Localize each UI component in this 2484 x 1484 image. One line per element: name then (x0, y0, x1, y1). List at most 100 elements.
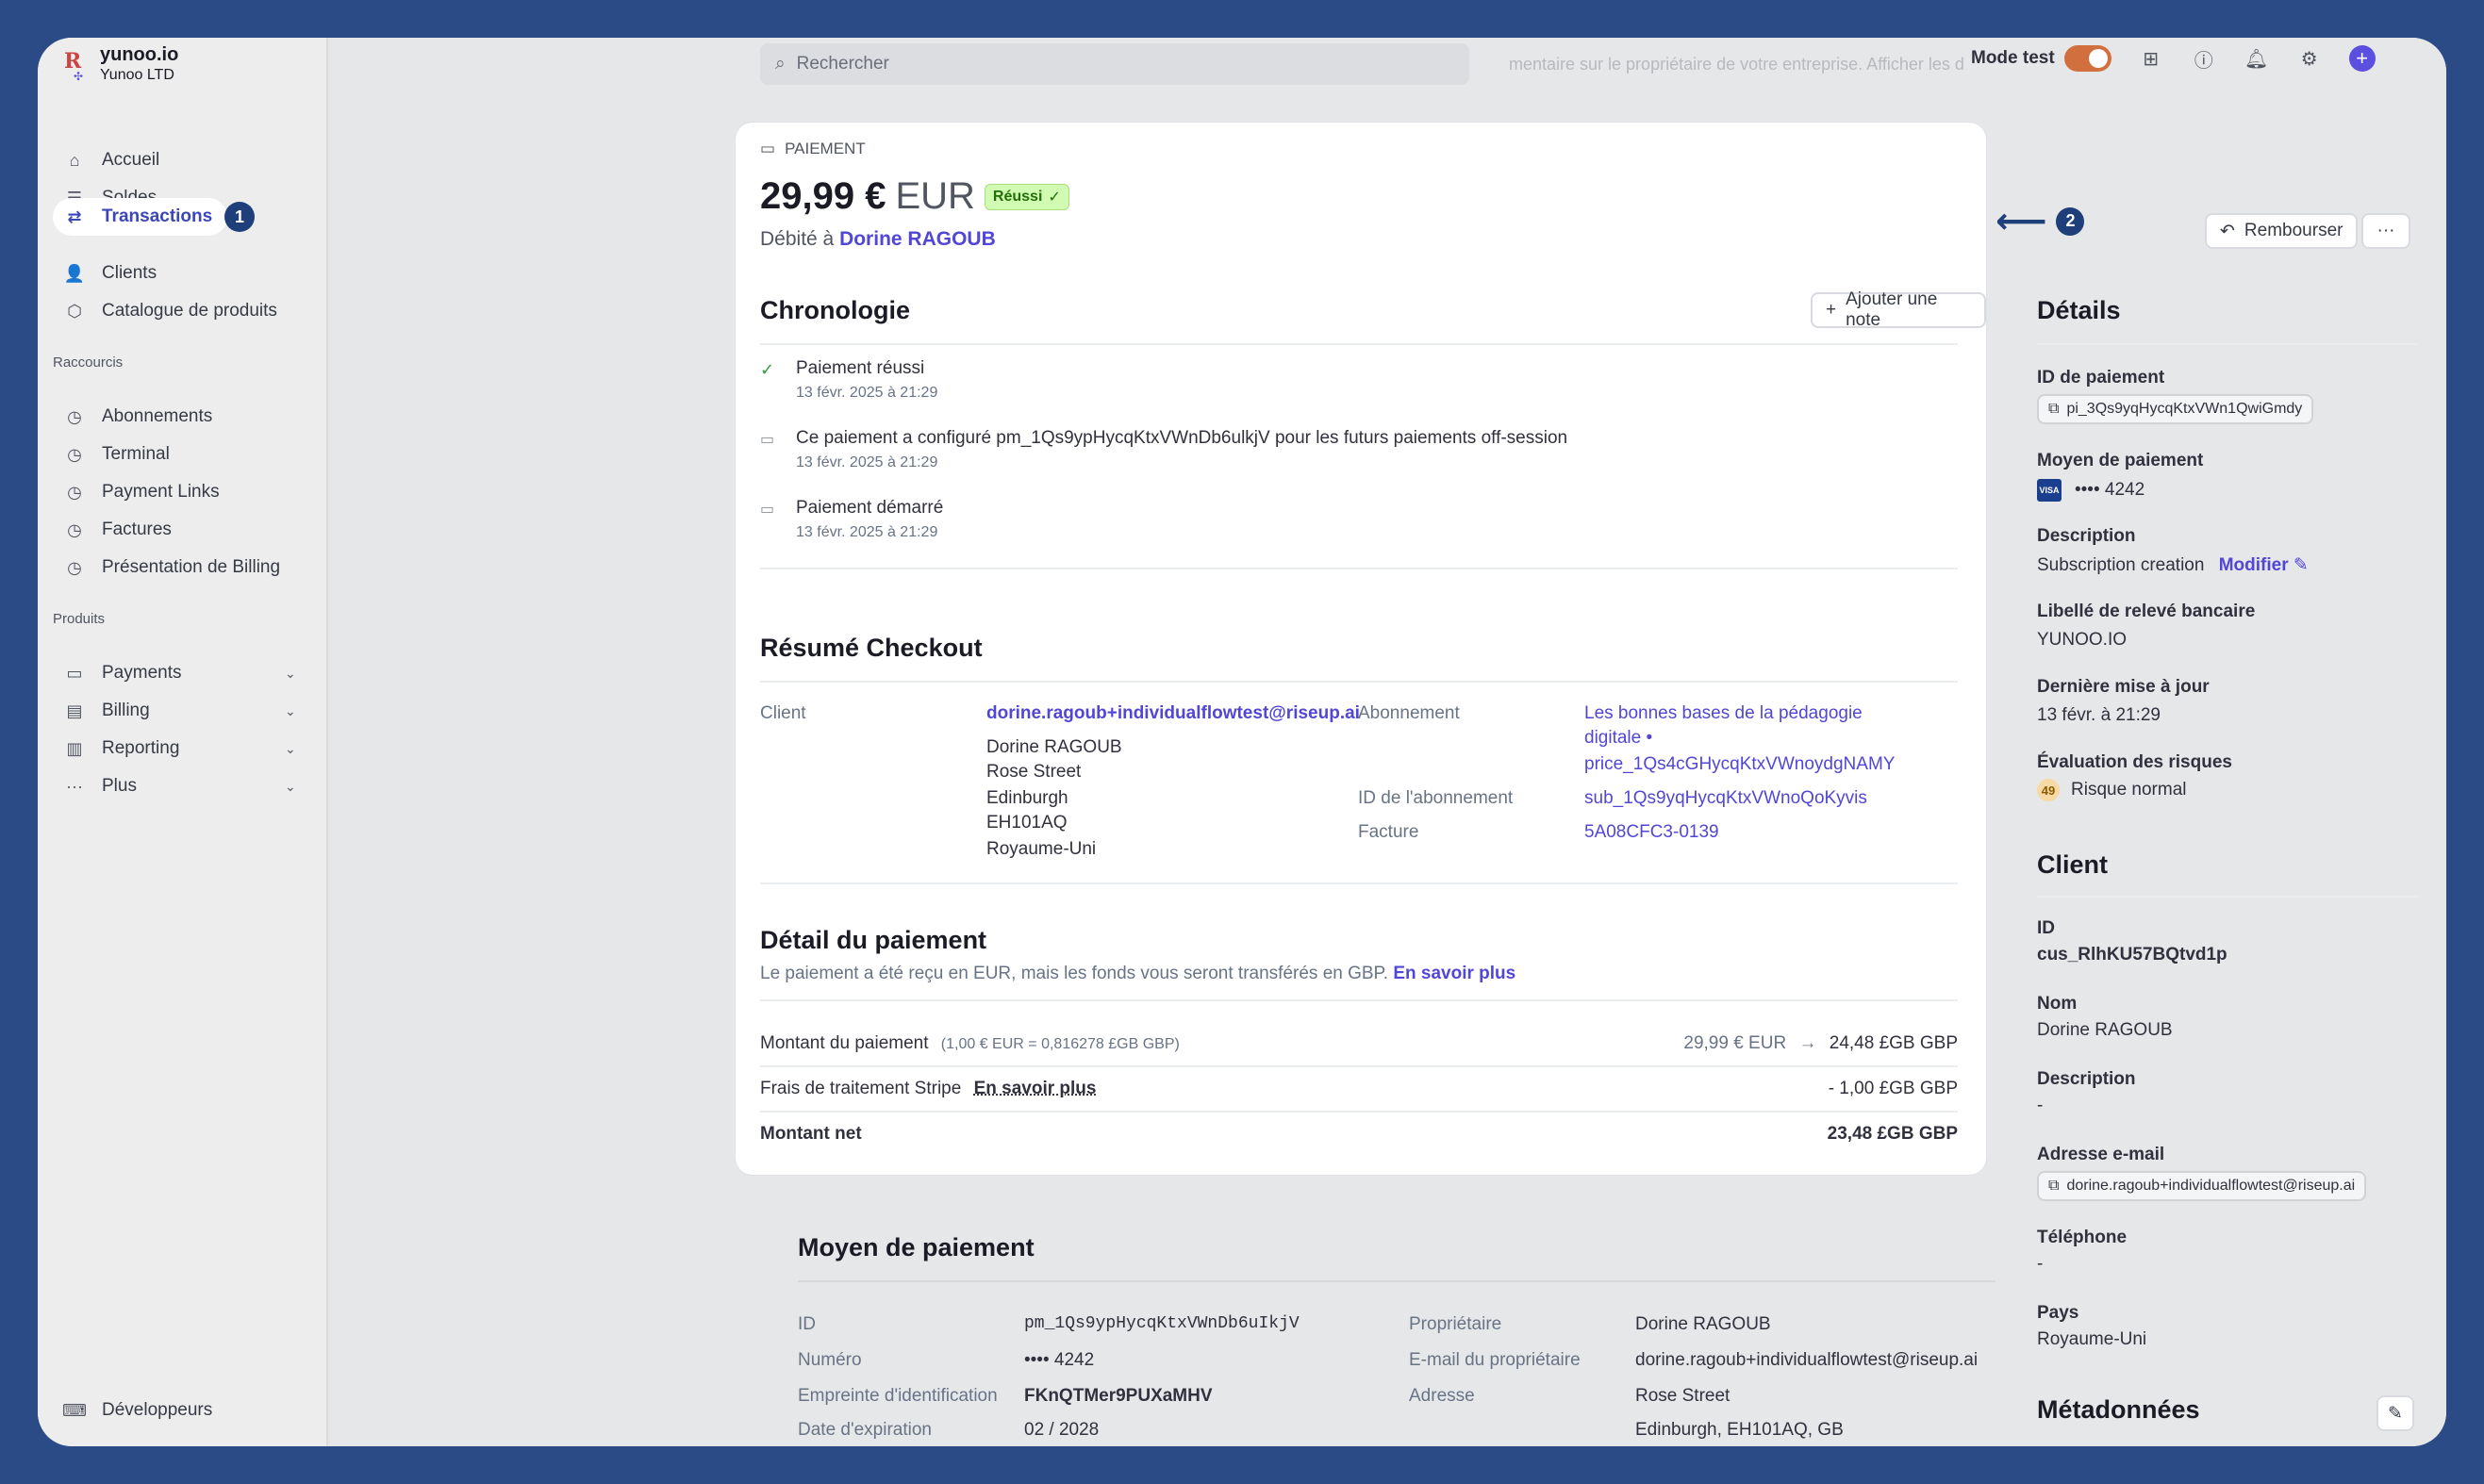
chevron-down-icon[interactable]: ⌄ (285, 741, 296, 757)
pm-owner-email-label: E-mail du propriétaire (1409, 1350, 1581, 1370)
timeline-date-3: 13 févr. 2025 à 21:29 (796, 524, 938, 540)
sidebar-item-label: Développeurs (102, 1400, 213, 1420)
edit-metadata-button[interactable]: ✎ (2376, 1395, 2414, 1431)
client-id-link[interactable]: cus_RlhKU57BQtvd1p (2037, 945, 2227, 965)
apps-icon[interactable]: ⊞ (2138, 45, 2164, 72)
payment-section-text: PAIEMENT (785, 140, 866, 157)
payment-amount-row: 29,99 € EUR Réussi ✓ (760, 175, 1069, 218)
checkout-client-label: Client (760, 703, 806, 723)
help-icon[interactable]: ⓘ (2191, 45, 2217, 72)
checkout-invoice-link[interactable]: 5A08CFC3-0139 (1584, 822, 1719, 843)
shortcut-billing-overview[interactable]: ◷ Présentation de Billing (53, 549, 295, 586)
client-name-label: Nom (2037, 994, 2078, 1014)
status-badge: Réussi ✓ (984, 184, 1069, 210)
create-plus-icon[interactable]: + (2348, 45, 2376, 72)
client-phone-value: - (2037, 1254, 2044, 1274)
more-icon: ··· (66, 776, 83, 796)
product-billing[interactable]: ▤ Billing (53, 692, 165, 730)
payment-detail-note-text: Le paiement a été reçu en EUR, mais les … (760, 964, 1389, 983)
clock-icon: ◷ (67, 444, 82, 464)
shortcut-factures[interactable]: ◷ Factures (53, 511, 187, 549)
timeline-event-3: Paiement démarré (796, 498, 944, 518)
divider (760, 568, 1958, 569)
charged-prefix: Débité à (760, 228, 835, 250)
search-input[interactable]: ⌕ Rechercher (760, 43, 1469, 85)
more-actions-button[interactable]: ··· (2361, 213, 2410, 249)
clock-icon: ◷ (67, 406, 82, 426)
fees-value: - 1,00 £GB GBP (1828, 1079, 1958, 1098)
payment-detail-note: Le paiement a été reçu en EUR, mais les … (760, 964, 1515, 984)
pm-owner-value: Dorine RAGOUB (1635, 1314, 1771, 1334)
shortcut-label: Abonnements (102, 406, 213, 426)
shortcut-payment-links[interactable]: ◷ Payment Links (53, 473, 235, 511)
brand-sub: Yunoo LTD (100, 67, 174, 83)
method-value: VISA •••• 4242 (2037, 479, 2145, 502)
clock-icon: ◷ (67, 519, 82, 539)
pm-expiry-value: 02 / 2028 (1024, 1420, 1100, 1440)
invoice-icon: ▤ (66, 701, 83, 720)
sidebar-item-label: Clients (102, 263, 157, 283)
sidebar-item-transactions[interactable]: ⇄ Transactions (53, 198, 228, 236)
fees-label: Frais de traitement Stripe (760, 1079, 962, 1098)
client-email-chip[interactable]: ⧉ dorine.ragoub+individualflowtest@riseu… (2037, 1171, 2367, 1201)
sidebar-item-label: Accueil (102, 150, 160, 170)
product-plus[interactable]: ··· Plus (53, 767, 152, 805)
shortcut-terminal[interactable]: ◷ Terminal (53, 436, 185, 473)
shortcut-label: Terminal (102, 444, 170, 464)
method-label: Moyen de paiement (2037, 451, 2204, 470)
search-placeholder: Rechercher (796, 54, 889, 74)
gear-icon[interactable]: ⚙ (2296, 45, 2323, 72)
bell-icon[interactable]: 🔔︎ (2244, 45, 2270, 72)
mode-test-label: Mode test (1971, 48, 2055, 68)
timeline-date-2: 13 févr. 2025 à 21:29 (796, 454, 938, 470)
checkout-subscription-id[interactable]: sub_1Qs9yqHycqKtxVWnoQoKyvis (1584, 788, 1867, 809)
shortcut-abonnements[interactable]: ◷ Abonnements (53, 398, 227, 436)
modify-label: Modifier (2218, 555, 2289, 575)
checkout-subscription-line-1[interactable]: Les bonnes bases de la pédagogie (1584, 703, 1863, 724)
checkout-client-email[interactable]: dorine.ragoub+individualflowtest@riseup.… (986, 703, 1360, 724)
payment-id-label: ID de paiement (2037, 368, 2165, 387)
chevron-down-icon[interactable]: ⌄ (285, 703, 296, 719)
client-email-label: Adresse e-mail (2037, 1145, 2165, 1164)
sidebar-item-label: Transactions (102, 206, 213, 226)
checkout-address-line: Royaume-Uni (986, 839, 1097, 859)
net-label: Montant net (760, 1124, 862, 1144)
payment-detail-title: Détail du paiement (760, 926, 987, 954)
product-reporting[interactable]: ▥ Reporting (53, 730, 194, 767)
timeline-title: Chronologie (760, 296, 910, 324)
checkout-address-line: EH101AQ (986, 813, 1068, 833)
client-id-label: ID (2037, 918, 2055, 938)
divider (760, 1065, 1958, 1067)
add-note-button[interactable]: + Ajouter une note (1811, 289, 1986, 330)
pm-address-label: Adresse (1409, 1386, 1475, 1406)
shortcut-label: Payment Links (102, 482, 220, 502)
chevron-down-icon[interactable]: ⌄ (285, 666, 296, 682)
refund-button[interactable]: ↶ Rembourser (2205, 213, 2359, 249)
learn-more-link[interactable]: En savoir plus (1393, 964, 1515, 983)
checkout-subscription-line-2[interactable]: digitale • (1584, 728, 1652, 749)
payment-id-chip[interactable]: ⧉ pi_3Qs9yqHycqKtxVWn1QwiGmdy (2037, 394, 2314, 424)
pm-fingerprint-link[interactable]: FKnQTMer9PUXaMHV (1024, 1386, 1213, 1407)
customer-link[interactable]: Dorine RAGOUB (839, 228, 996, 250)
client-name-value: Dorine RAGOUB (2037, 1020, 2173, 1040)
checkout-subscription-price[interactable]: price_1Qs4cGHycqKtxVWnoydgNAMY (1584, 754, 1895, 775)
brand[interactable]: R ✣ yunoo.io Yunoo LTD (60, 38, 178, 91)
sidebar-item-catalogue[interactable]: ⬡ Catalogue de produits (53, 292, 292, 330)
payment-icon: ▭ (760, 140, 776, 157)
sidebar-item-developpeurs[interactable]: ⌨ Développeurs (53, 1392, 227, 1429)
chevron-down-icon[interactable]: ⌄ (285, 779, 296, 795)
fees-learn-more-link[interactable]: En savoir plus (974, 1079, 1097, 1098)
divider (798, 1280, 1995, 1282)
mode-test-toggle[interactable] (2063, 45, 2111, 72)
modify-link[interactable]: Modifier ✎ (2219, 555, 2309, 575)
product-payments[interactable]: ▭ Payments (53, 654, 196, 692)
payment-card: ▭ PAIEMENT 29,99 € EUR Réussi ✓ Débité à… (736, 123, 1986, 1175)
card-icon: ▭ (66, 663, 83, 683)
status-text: Réussi (992, 189, 1043, 205)
risk-score: 49 (2037, 779, 2060, 801)
sidebar-item-clients[interactable]: 👤 Clients (53, 255, 172, 292)
sidebar-item-accueil[interactable]: ⌂ Accueil (53, 141, 174, 179)
pm-address-line-1: Rose Street (1635, 1386, 1731, 1406)
brand-name: yunoo.io (100, 44, 179, 65)
divider (2037, 343, 2418, 345)
